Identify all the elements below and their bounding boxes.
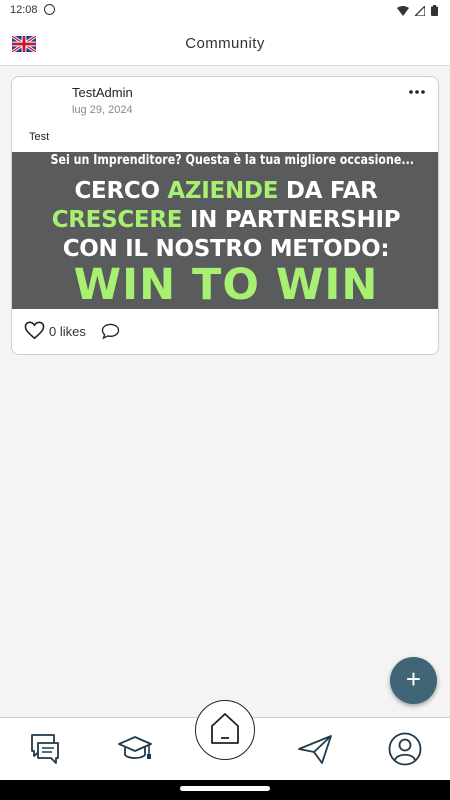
post-actions: 0 likes — [12, 309, 438, 354]
bottom-nav — [0, 700, 450, 780]
add-post-button[interactable]: + — [390, 657, 437, 704]
profile-icon[interactable] — [386, 732, 424, 766]
home-gesture-pill[interactable] — [180, 786, 270, 791]
status-icons — [397, 5, 438, 16]
status-bar: 12:08 — [0, 0, 450, 22]
send-icon[interactable] — [296, 732, 334, 766]
image-headline: WIN TO WIN — [73, 260, 379, 310]
heart-icon[interactable] — [24, 321, 45, 340]
app-header: Community — [0, 22, 450, 66]
image-line-2: CRESCERE IN PARTNERSHIP — [51, 207, 401, 233]
chat-icon[interactable] — [26, 732, 64, 766]
battery-icon — [431, 5, 438, 16]
status-time: 12:08 — [10, 4, 38, 16]
post-text: Test — [29, 131, 50, 143]
likes-count: 0 likes — [49, 324, 86, 339]
more-options-icon[interactable] — [408, 85, 426, 99]
image-subtitle: Sei un Imprenditore? Questa è la tua mig… — [50, 152, 414, 168]
post-date: lug 29, 2024 — [72, 104, 133, 116]
image-line-1: CERCO AZIENDE DA FAR — [74, 178, 378, 204]
graduation-cap-icon[interactable] — [116, 732, 154, 766]
home-icon — [211, 713, 239, 744]
image-line-3: CON IL NOSTRO METODO: — [62, 236, 390, 262]
page-title: Community — [185, 35, 265, 52]
post-image[interactable]: Sei un Imprenditore? Questa è la tua mig… — [12, 152, 438, 310]
post-author[interactable]: TestAdmin — [72, 85, 133, 100]
face-icon — [44, 4, 55, 15]
post-card[interactable]: TestAdmin lug 29, 2024 Test Sei un Impre… — [11, 76, 439, 355]
home-button[interactable] — [195, 700, 255, 760]
wifi-icon — [397, 5, 409, 16]
signal-icon — [415, 5, 425, 16]
comment-icon[interactable] — [101, 323, 120, 340]
